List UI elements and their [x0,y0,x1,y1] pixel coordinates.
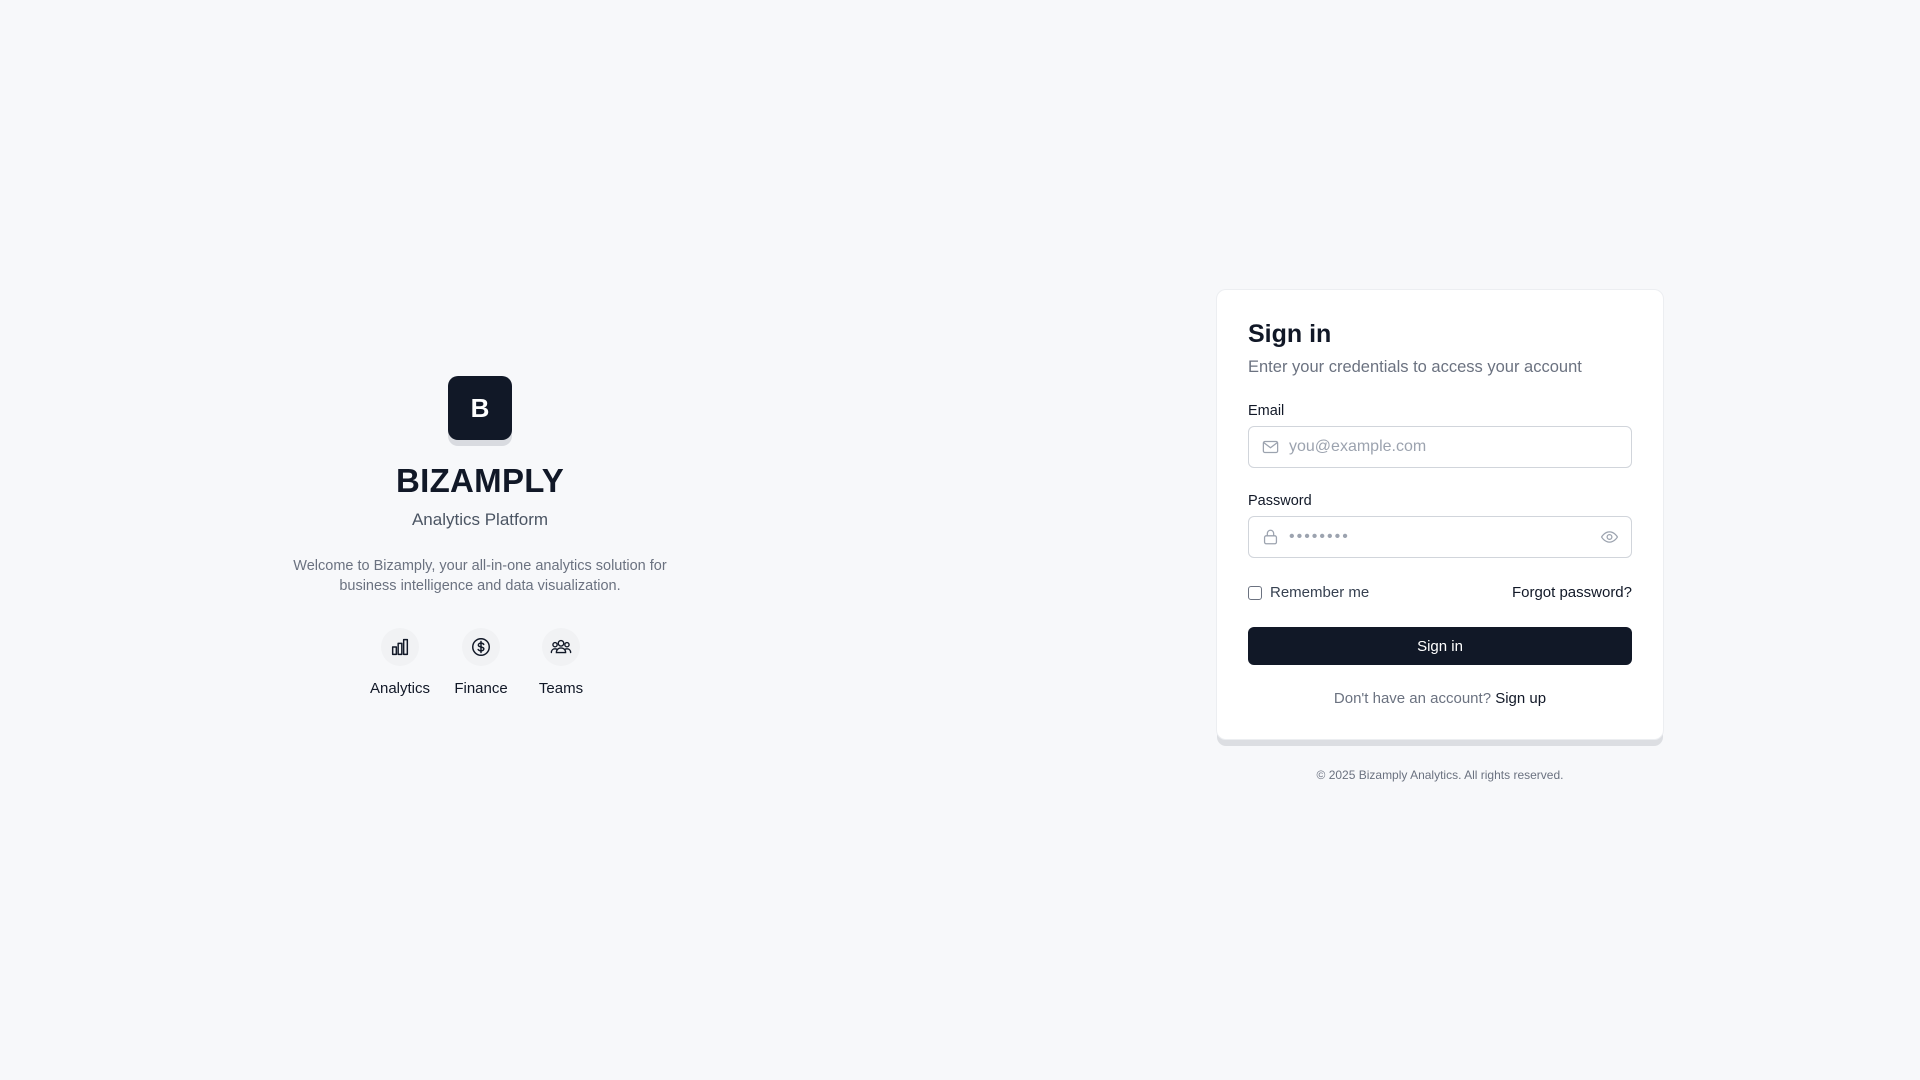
password-label: Password [1248,493,1312,509]
brand-name: BIZAMPLY [395,462,565,499]
remember-me[interactable]: Remember me [1248,584,1369,601]
eye-icon[interactable] [1600,528,1619,547]
bar-chart-icon [381,628,419,666]
feature-list: Analytics Finance Teams [370,628,590,697]
logo-letter: B [470,392,490,423]
signin-button[interactable]: Sign in [1248,627,1632,665]
signup-link[interactable]: Sign up [1495,690,1546,707]
login-page: B BIZAMPLY Analytics Platform Welcome to… [0,0,1920,1080]
options-row: Remember me Forgot password? [1248,584,1632,601]
no-account-text: Don't have an account? [1333,690,1492,707]
brand-subtitle: Analytics Platform [411,510,549,529]
password-input[interactable] [1249,517,1631,557]
remember-label: Remember me [1270,584,1370,601]
brand-description: Welcome to Bizamply, your all-in-one ana… [293,558,667,594]
signin-section: Sign in Enter your credentials to access… [1216,289,1664,782]
signin-subtitle: Enter your credentials to access your ac… [1248,358,1582,376]
mail-icon [1261,438,1280,457]
feature-analytics: Analytics [370,628,430,697]
remember-checkbox[interactable] [1248,585,1262,600]
feature-label: Teams [538,680,584,697]
signup-row: Don't have an account? Sign up [1248,690,1632,707]
email-label: Email [1248,403,1285,419]
brand-panel: B BIZAMPLY Analytics Platform Welcome to… [280,376,680,697]
feature-label: Finance [454,680,508,697]
signin-card: Sign in Enter your credentials to access… [1216,289,1664,740]
email-input[interactable] [1249,427,1631,467]
copyright: © 2025 Bizamply Analytics. All rights re… [1316,768,1564,782]
email-field[interactable] [1248,426,1632,468]
forgot-password-link[interactable]: Forgot password? [1512,584,1632,601]
dollar-circle-icon [462,628,501,666]
lock-icon [1261,528,1280,547]
brand-logo: B [448,376,512,440]
signin-title: Sign in [1248,320,1332,348]
users-icon [542,628,581,666]
password-field[interactable] [1248,516,1632,558]
feature-label: Analytics [369,680,431,697]
feature-teams: Teams [532,628,590,697]
feature-finance: Finance [452,628,510,697]
